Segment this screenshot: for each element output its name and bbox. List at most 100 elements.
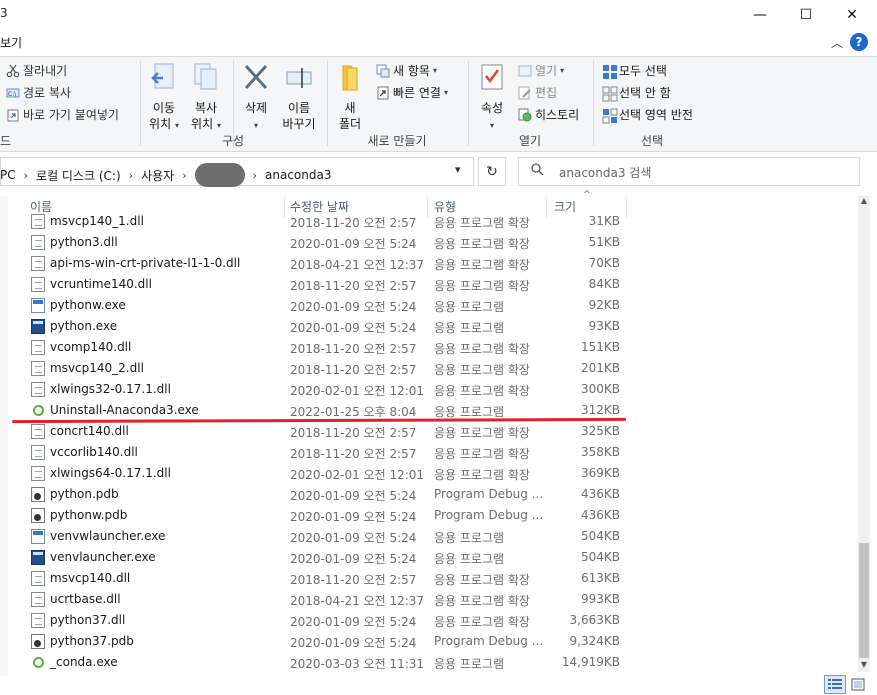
file-row[interactable]: _conda.exe 2020-03-03 오전 11:31 응용 프로그램 14,9… [0,652,858,673]
chevron-down-icon: ▾ [560,66,565,75]
edit-button[interactable]: 편집 [518,84,557,101]
file-row[interactable]: python37.dll 2020-01-09 오전 5:24 응용 프로그램 확장… [0,610,858,631]
file-date: 2018-11-20 오전 2:57 [290,573,417,587]
move-to-label-1: 이동 [152,101,176,115]
chevron-down-icon: ▾ [443,88,448,97]
file-row[interactable]: python.pdb 2020-01-09 오전 5:24 Program Debu… [0,484,858,505]
file-row[interactable]: msvcp140_2.dll 2018-11-20 오전 2:57 응용 프로그램 … [0,358,858,379]
file-type: 응용 프로그램 확장 [434,237,530,251]
chevron-down-icon: ▾ [432,66,437,75]
file-type: Program Debug ... [434,508,544,522]
breadcrumb-local-disk[interactable]: 로컬 디스크 (C:) [36,167,121,184]
scroll-down-icon[interactable]: ▼ [858,660,870,672]
file-row[interactable]: ucrtbase.dll 2018-04-21 오전 12:37 응용 프로그램 확… [0,589,858,610]
file-size: 14,919KB [561,655,620,669]
breadcrumb-anaconda3[interactable]: anaconda3 [265,168,331,182]
new-item-button[interactable]: 새 항목 ▾ [376,62,437,79]
file-date: 2018-11-20 오전 2:57 [290,279,417,293]
file-row[interactable]: msvcp140.dll 2018-11-20 오전 2:57 응용 프로그램 확장… [0,568,858,589]
file-row[interactable]: python.exe 2020-01-09 오전 5:24 응용 프로그램 93KB [0,316,858,337]
select-all-button[interactable]: 모두 선택 [602,62,667,79]
file-name: _conda.exe [50,655,118,669]
file-date: 2020-01-09 오전 5:24 [290,531,417,545]
cut-button[interactable]: 잘라내기 [6,62,67,79]
file-row[interactable]: pythonw.pdb 2020-01-09 오전 5:24 Program Deb… [0,505,858,526]
help-icon[interactable]: ? [850,33,868,51]
scroll-up-icon[interactable]: ▲ [858,196,870,208]
chevron-right-icon[interactable]: › [129,169,133,182]
chevron-right-icon[interactable]: › [24,169,28,182]
delete-button[interactable]: 삭제 ▾ [238,62,274,134]
invert-selection-button[interactable]: 선택 영역 반전 [602,106,693,123]
details-view-icon[interactable] [824,675,846,694]
redacted-username[interactable] [194,163,245,187]
move-to-button[interactable]: 이동 위치 ▾ [146,62,182,134]
file-name: pythonw.pdb [50,508,128,522]
search-input[interactable]: anaconda3 검색 [559,164,651,181]
delete-label: 삭제 [244,101,268,115]
properties-check-icon [479,62,505,96]
file-date: 2018-11-20 오전 2:57 [290,363,417,377]
copy-to-button[interactable]: 복사 위치 ▾ [188,62,224,134]
file-row[interactable]: vcomp140.dll 2018-11-20 오전 2:57 응용 프로그램 확장… [0,337,858,358]
breadcrumb-pc[interactable]: PC [0,168,16,182]
file-row[interactable]: venvwlauncher.exe 2020-01-09 오전 5:24 응용 프로… [0,526,858,547]
easy-access-button[interactable]: 빠른 연결 ▾ [376,84,448,101]
file-row[interactable]: xlwings32-0.17.1.dll 2020-02-01 오전 12:01 응… [0,379,858,400]
file-row[interactable]: venvlauncher.exe 2020-01-09 오전 5:24 응용 프로그… [0,547,858,568]
file-name: vcruntime140.dll [50,277,152,291]
file-row[interactable]: vccorlib140.dll 2018-11-20 오전 2:57 응용 프로그램… [0,442,858,463]
paste-shortcut-button[interactable]: 바로 가기 붙여넣기 [6,106,119,123]
file-row[interactable]: concrt140.dll 2018-11-20 오전 2:57 응용 프로그램 확… [0,421,858,442]
chevron-right-icon[interactable]: › [253,169,257,182]
maximize-button[interactable]: ☐ [783,0,829,30]
file-type: 응용 프로그램 확장 [434,258,530,272]
file-size: 312KB [580,403,620,417]
chevron-right-icon[interactable]: › [182,169,186,182]
properties-button[interactable]: 속성 ▾ [474,62,510,134]
new-group-label: 새로 만들기 [367,134,427,148]
close-button[interactable]: ✕ [829,0,875,30]
breadcrumb-users[interactable]: 사용자 [141,167,174,184]
file-type: 응용 프로그램 확장 [434,279,530,293]
large-icons-view-icon[interactable] [849,676,867,693]
history-button[interactable]: 히스토리 [518,106,579,123]
open-button[interactable]: 열기 ▾ [518,62,564,79]
file-row[interactable]: msvcp140_1.dll 2018-11-20 오전 2:57 응용 프로그램 … [0,211,858,232]
file-date: 2018-11-20 오전 2:57 [290,426,417,440]
file-name: pythonw.exe [50,298,126,312]
address-history-chevron-down-icon[interactable]: ▾ [455,163,461,176]
file-date: 2020-03-03 오전 11:31 [290,657,425,671]
file-row[interactable]: vcruntime140.dll 2018-11-20 오전 2:57 응용 프로그… [0,274,858,295]
scrollbar-thumb[interactable] [859,543,869,658]
select-none-button[interactable]: 선택 안 함 [602,84,671,101]
new-folder-button[interactable]: 새 폴더 [334,62,366,132]
file-row[interactable]: python37.pdb 2020-01-09 오전 5:24 Program De… [0,631,858,652]
file-date: 2020-01-09 오전 5:24 [290,615,417,629]
cut-label: 잘라내기 [23,64,68,78]
refresh-icon[interactable]: ↻ [478,157,506,186]
file-size: 31KB [588,214,620,228]
file-size: 92KB [588,298,620,312]
ribbon-collapse-icon[interactable]: ︿ [831,34,843,51]
dll-file-icon [31,592,45,607]
dll-file-icon [31,424,45,439]
file-date: 2018-04-21 오전 12:37 [290,594,425,608]
file-size: 504KB [580,529,620,543]
dll-file-icon [31,571,45,586]
tab-view[interactable]: 보기 [0,34,22,51]
file-type: 응용 프로그램 확장 [434,573,530,587]
file-name: msvcp140_1.dll [50,214,144,228]
file-type: 응용 프로그램 확장 [434,426,530,440]
file-row[interactable]: pythonw.exe 2020-01-09 오전 5:24 응용 프로그램 92KB [0,295,858,316]
rename-button[interactable]: 이름 바꾸기 [279,62,319,132]
file-row[interactable]: python3.dll 2020-01-09 오전 5:24 응용 프로그램 확장 5… [0,232,858,253]
minimize-button[interactable]: — [737,0,783,30]
file-date: 2020-01-09 오전 5:24 [290,636,417,650]
file-date: 2018-11-20 오전 2:57 [290,447,417,461]
file-type: 응용 프로그램 확장 [434,594,530,608]
new-folder-label-2: 폴더 [338,117,362,131]
file-row[interactable]: xlwings64-0.17.1.dll 2020-02-01 오전 12:01 응… [0,463,858,484]
copy-path-button[interactable]: C:\ 경로 복사 [6,84,71,101]
file-row[interactable]: api-ms-win-crt-private-l1-1-0.dll 2018-04… [0,253,858,274]
